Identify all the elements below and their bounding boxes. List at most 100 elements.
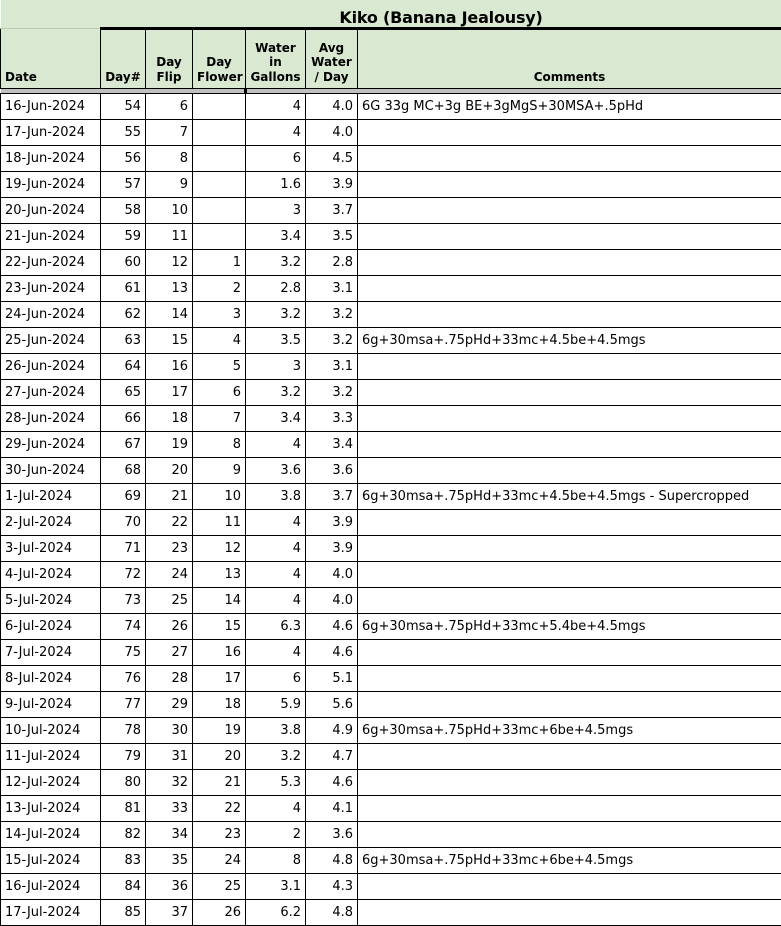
cell-day-flip[interactable]: 18 [145, 404, 193, 432]
cell-day-flower[interactable] [192, 222, 246, 250]
cell-avg-water-per-day[interactable]: 3.1 [305, 274, 358, 302]
cell-day-number[interactable]: 70 [100, 508, 146, 536]
cell-day-flip[interactable]: 16 [145, 352, 193, 380]
cell-day-number[interactable]: 74 [100, 612, 146, 640]
cell-day-number[interactable]: 68 [100, 456, 146, 484]
cell-date[interactable]: 4-Jul-2024 [0, 560, 101, 588]
cell-day-flip[interactable]: 30 [145, 716, 193, 744]
cell-day-flip[interactable]: 10 [145, 196, 193, 224]
cell-comments[interactable] [357, 560, 781, 588]
cell-day-flower[interactable]: 4 [192, 326, 246, 354]
cell-day-flower[interactable]: 10 [192, 482, 246, 510]
cell-water-in-gallons[interactable]: 3.6 [245, 456, 306, 484]
cell-date[interactable]: 26-Jun-2024 [0, 352, 101, 380]
cell-day-flower[interactable]: 20 [192, 742, 246, 770]
cell-day-flip[interactable]: 17 [145, 378, 193, 406]
cell-comments[interactable] [357, 768, 781, 796]
cell-water-in-gallons[interactable]: 3.1 [245, 872, 306, 900]
cell-avg-water-per-day[interactable]: 4.8 [305, 898, 358, 926]
cell-day-flower[interactable]: 15 [192, 612, 246, 640]
cell-day-flip[interactable]: 8 [145, 144, 193, 172]
cell-water-in-gallons[interactable]: 4 [245, 430, 306, 458]
cell-day-flip[interactable]: 34 [145, 820, 193, 848]
cell-avg-water-per-day[interactable]: 5.1 [305, 664, 358, 692]
cell-water-in-gallons[interactable]: 4 [245, 794, 306, 822]
cell-day-number[interactable]: 58 [100, 196, 146, 224]
cell-date[interactable]: 10-Jul-2024 [0, 716, 101, 744]
cell-avg-water-per-day[interactable]: 4.0 [305, 92, 358, 120]
cell-avg-water-per-day[interactable]: 2.8 [305, 248, 358, 276]
cell-day-number[interactable]: 83 [100, 846, 146, 874]
cell-date[interactable]: 2-Jul-2024 [0, 508, 101, 536]
cell-date[interactable]: 18-Jun-2024 [0, 144, 101, 172]
cell-comments[interactable] [357, 118, 781, 146]
cell-day-flower[interactable]: 14 [192, 586, 246, 614]
cell-day-number[interactable]: 72 [100, 560, 146, 588]
cell-day-number[interactable]: 59 [100, 222, 146, 250]
cell-day-flip[interactable]: 32 [145, 768, 193, 796]
cell-water-in-gallons[interactable]: 4 [245, 638, 306, 666]
cell-date[interactable]: 1-Jul-2024 [0, 482, 101, 510]
cell-date[interactable]: 15-Jul-2024 [0, 846, 101, 874]
cell-comments[interactable] [357, 300, 781, 328]
cell-comments[interactable] [357, 742, 781, 770]
cell-comments[interactable] [357, 196, 781, 224]
cell-date[interactable]: 9-Jul-2024 [0, 690, 101, 718]
cell-water-in-gallons[interactable]: 6.3 [245, 612, 306, 640]
cell-date[interactable]: 16-Jul-2024 [0, 872, 101, 900]
cell-avg-water-per-day[interactable]: 3.2 [305, 326, 358, 354]
cell-day-flower[interactable]: 11 [192, 508, 246, 536]
cell-avg-water-per-day[interactable]: 3.1 [305, 352, 358, 380]
cell-avg-water-per-day[interactable]: 3.3 [305, 404, 358, 432]
cell-day-flip[interactable]: 35 [145, 846, 193, 874]
cell-day-number[interactable]: 57 [100, 170, 146, 198]
cell-avg-water-per-day[interactable]: 4.6 [305, 612, 358, 640]
cell-comments[interactable] [357, 638, 781, 666]
cell-date[interactable]: 22-Jun-2024 [0, 248, 101, 276]
cell-day-number[interactable]: 82 [100, 820, 146, 848]
cell-comments[interactable] [357, 248, 781, 276]
cell-day-flip[interactable]: 28 [145, 664, 193, 692]
cell-date[interactable]: 5-Jul-2024 [0, 586, 101, 614]
cell-day-flip[interactable]: 27 [145, 638, 193, 666]
cell-comments[interactable] [357, 586, 781, 614]
cell-day-flower[interactable] [192, 196, 246, 224]
cell-day-flip[interactable]: 25 [145, 586, 193, 614]
cell-day-flip[interactable]: 7 [145, 118, 193, 146]
cell-avg-water-per-day[interactable]: 4.0 [305, 586, 358, 614]
cell-comments[interactable]: 6g+30msa+.75pHd+33mc+6be+4.5mgs [357, 716, 781, 744]
cell-day-flower[interactable] [192, 170, 246, 198]
cell-date[interactable]: 27-Jun-2024 [0, 378, 101, 406]
cell-day-number[interactable]: 77 [100, 690, 146, 718]
cell-day-number[interactable]: 81 [100, 794, 146, 822]
column-header-day-flower[interactable]: Day Flower [192, 27, 246, 89]
cell-water-in-gallons[interactable]: 4 [245, 118, 306, 146]
cell-water-in-gallons[interactable]: 3.2 [245, 300, 306, 328]
cell-day-flip[interactable]: 23 [145, 534, 193, 562]
cell-water-in-gallons[interactable]: 3.2 [245, 378, 306, 406]
cell-comments[interactable]: 6g+30msa+.75pHd+33mc+5.4be+4.5mgs [357, 612, 781, 640]
cell-avg-water-per-day[interactable]: 3.9 [305, 508, 358, 536]
cell-comments[interactable] [357, 456, 781, 484]
cell-day-flip[interactable]: 12 [145, 248, 193, 276]
cell-avg-water-per-day[interactable]: 3.5 [305, 222, 358, 250]
cell-avg-water-per-day[interactable]: 3.6 [305, 456, 358, 484]
cell-avg-water-per-day[interactable]: 3.9 [305, 534, 358, 562]
cell-date[interactable]: 16-Jun-2024 [0, 92, 101, 120]
cell-water-in-gallons[interactable]: 3.2 [245, 248, 306, 276]
cell-day-flower[interactable]: 16 [192, 638, 246, 666]
cell-water-in-gallons[interactable]: 3.2 [245, 742, 306, 770]
cell-day-number[interactable]: 60 [100, 248, 146, 276]
cell-date[interactable]: 12-Jul-2024 [0, 768, 101, 796]
cell-day-flower[interactable] [192, 118, 246, 146]
cell-day-number[interactable]: 67 [100, 430, 146, 458]
cell-date[interactable]: 11-Jul-2024 [0, 742, 101, 770]
cell-day-flower[interactable]: 26 [192, 898, 246, 926]
cell-date[interactable]: 30-Jun-2024 [0, 456, 101, 484]
cell-day-number[interactable]: 65 [100, 378, 146, 406]
cell-day-flip[interactable]: 9 [145, 170, 193, 198]
cell-comments[interactable] [357, 352, 781, 380]
cell-comments[interactable] [357, 872, 781, 900]
cell-day-flower[interactable]: 25 [192, 872, 246, 900]
cell-comments[interactable]: 6g+30msa+.75pHd+33mc+6be+4.5mgs [357, 846, 781, 874]
